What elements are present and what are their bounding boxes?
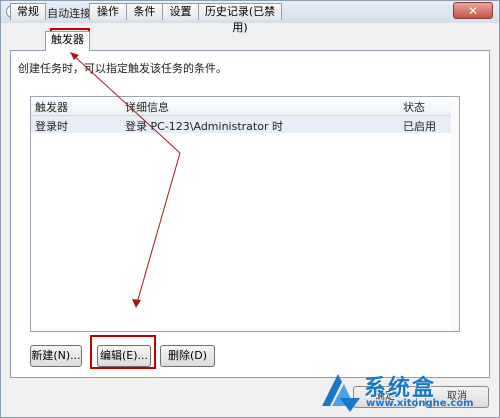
row-trigger: 登录时 bbox=[35, 120, 68, 133]
new-button[interactable]: 新建(N)... bbox=[30, 345, 82, 367]
column-header-trigger[interactable]: 触发器 bbox=[35, 99, 68, 115]
tab-history[interactable]: 历史记录(已禁用) bbox=[198, 3, 282, 34]
close-button[interactable]: ✕ bbox=[453, 2, 493, 19]
column-header-status[interactable]: 状态 bbox=[403, 99, 425, 115]
tab-triggers[interactable]: 触发器 bbox=[45, 31, 90, 51]
properties-window: Adsl自动连接 属性(本地计算机) ✕ 常规 触发器 操作 条件 设置 历史记… bbox=[0, 0, 500, 418]
row-details: 登录 PC-123\Administrator 时 bbox=[125, 120, 283, 133]
row-status: 已启用 bbox=[403, 120, 436, 133]
tab-general[interactable]: 常规 bbox=[10, 3, 46, 20]
tab-settings[interactable]: 设置 bbox=[162, 3, 199, 20]
list-scrollbar[interactable] bbox=[451, 97, 459, 331]
watermark: 系统盒 www.xitonghe.com bbox=[318, 368, 500, 418]
triggers-list[interactable]: 触发器 详细信息 状态 登录时 登录 PC-123\Administrator … bbox=[30, 96, 460, 332]
tab-actions[interactable]: 操作 bbox=[89, 3, 127, 20]
watermark-logo-icon bbox=[322, 374, 360, 412]
column-header-details[interactable]: 详细信息 bbox=[125, 99, 169, 115]
delete-button[interactable]: 删除(D) bbox=[160, 345, 215, 367]
list-header: 触发器 详细信息 状态 bbox=[31, 97, 459, 116]
highlight-box-edit-button bbox=[90, 335, 156, 369]
table-row[interactable]: 登录时 登录 PC-123\Administrator 时 已启用 bbox=[31, 116, 459, 133]
tab-conditions[interactable]: 条件 bbox=[126, 3, 163, 20]
watermark-url: www.xitonghe.com bbox=[366, 398, 474, 409]
panel-description: 创建任务时，可以指定触发该任务的条件。 bbox=[18, 62, 227, 75]
